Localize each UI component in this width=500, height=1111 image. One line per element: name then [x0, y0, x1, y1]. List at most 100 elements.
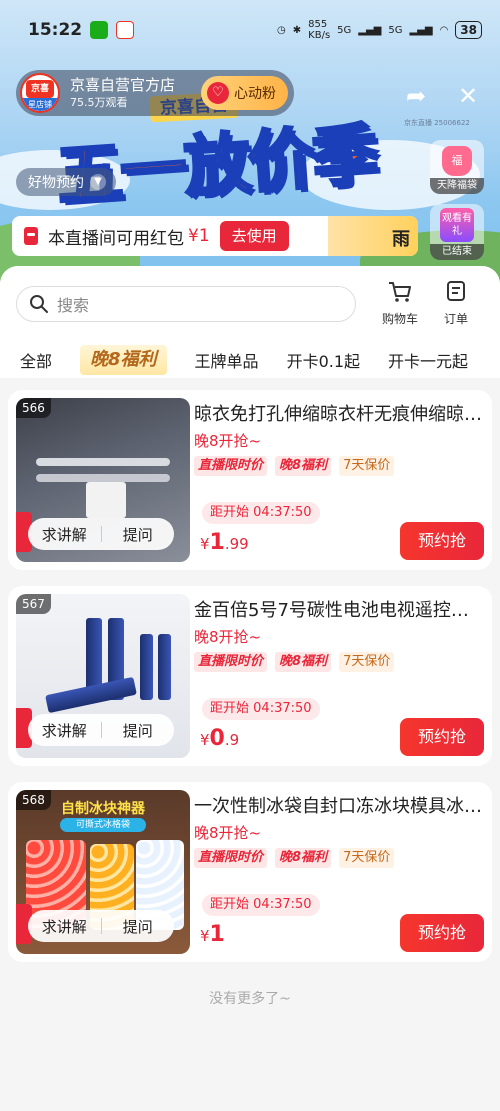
- order-label: 订单: [443, 312, 468, 326]
- tab-night-8-welfare[interactable]: 晚8福利: [80, 345, 167, 375]
- follow-label: 心动粉: [234, 86, 276, 102]
- tab-card-01[interactable]: 开卡0.1起: [287, 348, 360, 372]
- search-icon: [30, 295, 48, 313]
- order-button[interactable]: 订单: [431, 280, 481, 327]
- product-image-towel-rack[interactable]: 566 求讲解 提问: [16, 398, 190, 562]
- watch-gift-badge[interactable]: 观看有礼 已结束: [430, 204, 484, 260]
- store-logo-tag: 星店铺: [22, 98, 58, 111]
- coupon-text: 本直播间可用红包: [48, 228, 184, 249]
- product-price: ¥0.9: [200, 726, 240, 751]
- gift-icon: 观看有礼: [440, 208, 474, 242]
- reserve-buy-button[interactable]: 预约抢: [400, 914, 484, 952]
- product-number: 568: [16, 790, 51, 810]
- store-name[interactable]: 京喜自营官方店: [70, 76, 175, 95]
- net-speed: 855 KB/s: [308, 19, 331, 41]
- lucky-bag-badge[interactable]: 福 天降福袋: [430, 140, 484, 194]
- product-image-batteries[interactable]: 567 求讲解 提问: [16, 594, 190, 758]
- reserve-buy-button[interactable]: 预约抢: [400, 718, 484, 756]
- product-title[interactable]: 晾衣免打孔伸缩晾衣杆无痕伸缩晾衣架: [194, 400, 484, 426]
- status-time: 15:22: [28, 20, 83, 40]
- live-banner: 15:22 ◷ ✱ 855KB/s 5G ▂▄▆ 5G ▂▄▆ ◠ 38 京喜自…: [0, 0, 500, 290]
- category-tabs: 全部 晚8福利 王牌单品 开卡0.1起 开卡一元起: [0, 342, 500, 378]
- order-icon: [447, 281, 465, 301]
- product-number: 566: [16, 398, 51, 418]
- towel-shape: [86, 482, 126, 518]
- search-input[interactable]: 搜索: [16, 286, 356, 322]
- tag-night-welfare: 晚8福利: [275, 848, 332, 868]
- product-card[interactable]: 567 求讲解 提问 金百倍5号7号碳性电池电视遥控器电池 晚8开抢~ 直播限时…: [8, 586, 492, 766]
- battery-shape: [140, 634, 153, 700]
- chevron-down-icon: ▼: [90, 174, 106, 190]
- product-card[interactable]: 自制冰块神器 可撕式冰格袋 568 求讲解 提问 一次性制冰袋自封口冻冰块模具冰…: [8, 782, 492, 962]
- signal-icon: ▂▄▆: [358, 24, 382, 36]
- coupon-tail-decoration: 雨: [328, 216, 418, 256]
- tag-price-protect: 7天保价: [339, 456, 395, 476]
- cart-label: 购物车: [381, 312, 418, 326]
- tag-night-welfare: 晚8福利: [275, 652, 332, 672]
- wechat-icon: [90, 21, 109, 39]
- towel-rack-bar: [36, 474, 170, 482]
- countdown: 距开始 04:37:50: [202, 502, 320, 524]
- tab-card-1yuan[interactable]: 开卡一元起: [388, 348, 468, 372]
- start-time-text: 晚8开抢~: [194, 824, 262, 842]
- follow-button[interactable]: ♡ 心动粉: [201, 76, 288, 110]
- app-notification-icon: [116, 21, 135, 39]
- signal-5g-1: 5G: [337, 24, 352, 36]
- start-time-text: 晚8开抢~: [194, 628, 262, 646]
- coupon-use-button[interactable]: 去使用: [219, 221, 289, 251]
- ask-question-group: 求讲解 提问: [28, 714, 174, 746]
- product-title[interactable]: 一次性制冰袋自封口冻冰块模具冰格袋: [194, 792, 484, 818]
- battery-shape: [158, 634, 171, 700]
- tag-price-protect: 7天保价: [339, 848, 395, 868]
- live-id: 京东直播 25006622: [404, 119, 470, 127]
- ask-question-button[interactable]: 提问: [102, 916, 175, 937]
- signal-5g-2: 5G: [388, 24, 403, 36]
- countdown: 距开始 04:37:50: [202, 894, 320, 916]
- viewer-count: 75.5万观看: [70, 96, 128, 109]
- cart-button[interactable]: 购物车: [375, 280, 425, 327]
- share-icon[interactable]: ➦: [406, 82, 426, 110]
- reserve-buy-button[interactable]: 预约抢: [400, 522, 484, 560]
- ask-explain-button[interactable]: 求讲解: [28, 524, 101, 545]
- product-price: ¥1.99: [200, 530, 249, 555]
- ask-question-button[interactable]: 提问: [102, 524, 175, 545]
- tag-night-welfare: 晚8福利: [275, 456, 332, 476]
- search-placeholder: 搜索: [57, 296, 90, 315]
- ask-question-button[interactable]: 提问: [102, 720, 175, 741]
- towel-rack-bar: [36, 458, 170, 466]
- product-image-ice-bag[interactable]: 自制冰块神器 可撕式冰格袋 568 求讲解 提问: [16, 790, 190, 954]
- lucky-bag-caption: 天降福袋: [430, 178, 484, 194]
- product-number: 567: [16, 594, 51, 614]
- bluetooth-icon: ✱: [292, 24, 302, 36]
- tag-live-price: 直播限时价: [194, 652, 268, 672]
- cart-icon: [389, 282, 411, 302]
- tag-price-protect: 7天保价: [339, 652, 395, 672]
- panel-header: 搜索 购物车 订单 全部 晚8福利 王牌单品 开卡0.1起 开卡一元起: [0, 266, 500, 378]
- product-card[interactable]: 566 求讲解 提问 晾衣免打孔伸缩晾衣杆无痕伸缩晾衣架 晚8开抢~ 直播限时价…: [8, 390, 492, 570]
- watch-gift-caption: 已结束: [430, 244, 484, 260]
- product-tags: 直播限时价 晚8福利 7天保价: [194, 456, 395, 476]
- product-tags: 直播限时价 晚8福利 7天保价: [194, 848, 395, 868]
- tab-all[interactable]: 全部: [20, 348, 52, 372]
- end-of-list-text: 没有更多了~: [209, 991, 291, 1007]
- heart-icon: ♡: [207, 82, 229, 104]
- ask-question-group: 求讲解 提问: [28, 518, 174, 550]
- ask-explain-button[interactable]: 求讲解: [28, 916, 101, 937]
- signal-icon: ▂▄▆: [409, 24, 433, 36]
- product-title[interactable]: 金百倍5号7号碳性电池电视遥控器电池: [194, 596, 484, 622]
- red-envelope-icon: [24, 227, 38, 245]
- reserve-goods-button[interactable]: 好物预约 ▼: [16, 168, 116, 196]
- close-icon[interactable]: ✕: [458, 82, 478, 110]
- tab-ace-items[interactable]: 王牌单品: [195, 348, 259, 372]
- reserve-goods-label: 好物预约: [28, 175, 84, 191]
- coupon-bar[interactable]: 本直播间可用红包 ¥1 去使用 雨: [12, 216, 418, 256]
- lucky-bag-icon: 福: [442, 146, 472, 176]
- alarm-icon: ◷: [277, 24, 286, 36]
- ask-explain-button[interactable]: 求讲解: [28, 720, 101, 741]
- countdown: 距开始 04:37:50: [202, 698, 320, 720]
- image-sub-caption: 可撕式冰格袋: [60, 818, 146, 832]
- store-logo[interactable]: 京喜 星店铺: [20, 73, 60, 113]
- coupon-amount: ¥1: [188, 226, 210, 246]
- product-tags: 直播限时价 晚8福利 7天保价: [194, 652, 395, 672]
- store-logo-text: 京喜: [26, 80, 54, 98]
